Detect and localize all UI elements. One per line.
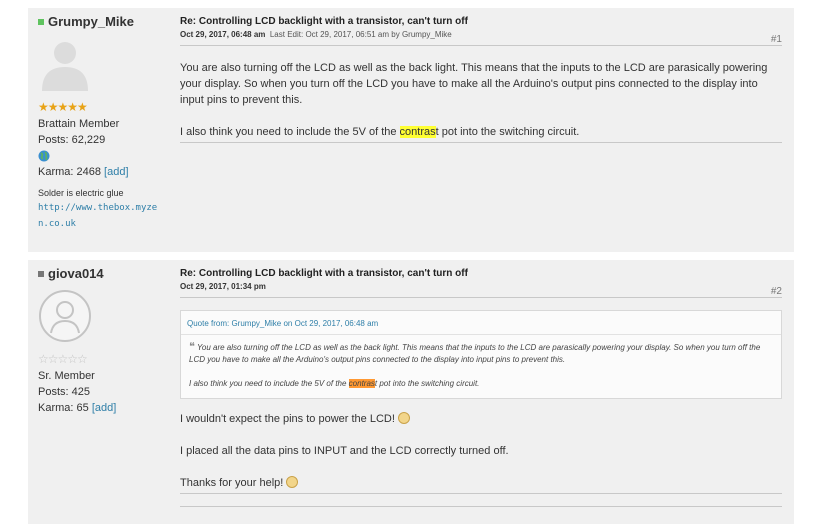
edit-prefix: Last Edit: bbox=[269, 30, 304, 39]
post-paragraph: I wouldn't expect the pins to power the … bbox=[180, 411, 782, 427]
smiley-icon bbox=[397, 412, 410, 424]
karma-add-link[interactable]: [add] bbox=[104, 166, 128, 178]
post-paragraph: I also think you need to include the 5V … bbox=[180, 124, 782, 140]
post-paragraph: I placed all the data pins to INPUT and … bbox=[180, 445, 509, 457]
karma: Karma: 2468 [add] bbox=[38, 166, 168, 178]
smiley-icon bbox=[286, 476, 299, 488]
post-date: Oct 29, 2017, 01:34 pm bbox=[180, 282, 266, 291]
globe-icon[interactable] bbox=[38, 150, 50, 162]
text-segment: Thanks for your help! bbox=[180, 477, 284, 489]
poster-info: Grumpy_Mike ★★★★★ Brattain Member Posts:… bbox=[38, 14, 168, 232]
poster-info: giova014 ☆☆☆☆☆ Sr. Member Posts: 425 Kar… bbox=[38, 266, 168, 414]
text-segment: I also think you need to include the 5V … bbox=[189, 379, 349, 388]
author-name[interactable]: giova014 bbox=[48, 266, 104, 281]
forum-post-2: giova014 ☆☆☆☆☆ Sr. Member Posts: 425 Kar… bbox=[28, 260, 794, 524]
text-segment: t pot into the switching circuit. bbox=[374, 379, 480, 388]
post-paragraph: You are also turning off the LCD as well… bbox=[180, 62, 768, 106]
post-count: Posts: 425 bbox=[38, 386, 90, 398]
search-highlight: contras bbox=[399, 126, 436, 138]
member-rank: Brattain Member bbox=[38, 118, 120, 130]
post-subject[interactable]: Re: Controlling LCD backlight with a tra… bbox=[180, 268, 782, 279]
post-paragraph: Thanks for your help! bbox=[180, 475, 782, 491]
post-content: Re: Controlling LCD backlight with a tra… bbox=[180, 16, 782, 143]
quote-paragraph: ❝ You are also turning off the LCD as we… bbox=[189, 341, 775, 366]
post-number-link[interactable]: #1 bbox=[771, 34, 782, 45]
rank-stars-icon: ★★★★★ bbox=[38, 100, 88, 114]
divider bbox=[180, 493, 782, 494]
divider bbox=[180, 142, 782, 143]
post-meta: Oct 29, 2017, 01:34 pm bbox=[180, 282, 782, 291]
quote-block: Quote from: Grumpy_Mike on Oct 29, 2017,… bbox=[180, 310, 782, 399]
divider bbox=[180, 506, 782, 507]
post-content: Re: Controlling LCD backlight with a tra… bbox=[180, 268, 782, 507]
post-subject[interactable]: Re: Controlling LCD backlight with a tra… bbox=[180, 16, 782, 27]
post-meta: Oct 29, 2017, 06:48 am Last Edit: Oct 29… bbox=[180, 30, 782, 39]
post-count: Posts: 62,229 bbox=[38, 134, 106, 146]
rank-stars-icon: ☆☆☆☆☆ bbox=[38, 352, 88, 366]
online-status-icon bbox=[38, 18, 44, 25]
quote-mark-icon: ❝ bbox=[189, 341, 195, 353]
divider bbox=[180, 45, 782, 46]
member-rank: Sr. Member bbox=[38, 370, 95, 382]
forum-post-1: Grumpy_Mike ★★★★★ Brattain Member Posts:… bbox=[28, 8, 794, 252]
signature-text: Solder is electric glue bbox=[38, 188, 124, 198]
offline-status-icon bbox=[38, 270, 44, 277]
text-segment: I also think you need to include the 5V … bbox=[180, 126, 400, 138]
avatar[interactable] bbox=[38, 37, 92, 91]
post-number-link[interactable]: #2 bbox=[771, 286, 782, 297]
post-body: You are also turning off the LCD as well… bbox=[180, 60, 782, 140]
text-segment: I wouldn't expect the pins to power the … bbox=[180, 413, 395, 425]
text-segment: You are also turning off the LCD as well… bbox=[189, 343, 761, 364]
author-name[interactable]: Grumpy_Mike bbox=[48, 14, 134, 29]
quote-paragraph: I also think you need to include the 5V … bbox=[189, 378, 775, 390]
edit-info: Oct 29, 2017, 06:51 am by Grumpy_Mike bbox=[305, 30, 452, 39]
karma-value: Karma: 65 bbox=[38, 402, 89, 414]
avatar[interactable] bbox=[38, 289, 92, 343]
karma: Karma: 65 [add] bbox=[38, 402, 168, 414]
post-body: I wouldn't expect the pins to power the … bbox=[180, 411, 782, 491]
signature-link[interactable]: http://www.thebox.myzen.co.uk bbox=[38, 200, 166, 232]
divider bbox=[180, 297, 782, 298]
text-segment: t pot into the switching circuit. bbox=[435, 126, 580, 138]
karma-value: Karma: 2468 bbox=[38, 166, 101, 178]
poster-name-row: giova014 bbox=[38, 266, 168, 281]
search-highlight: contras bbox=[348, 379, 375, 388]
karma-add-link[interactable]: [add] bbox=[92, 402, 116, 414]
poster-name-row: Grumpy_Mike bbox=[38, 14, 168, 29]
post-date: Oct 29, 2017, 06:48 am bbox=[180, 30, 266, 39]
quote-header-link[interactable]: Quote from: Grumpy_Mike on Oct 29, 2017,… bbox=[181, 311, 781, 335]
quote-body: ❝ You are also turning off the LCD as we… bbox=[181, 335, 781, 398]
